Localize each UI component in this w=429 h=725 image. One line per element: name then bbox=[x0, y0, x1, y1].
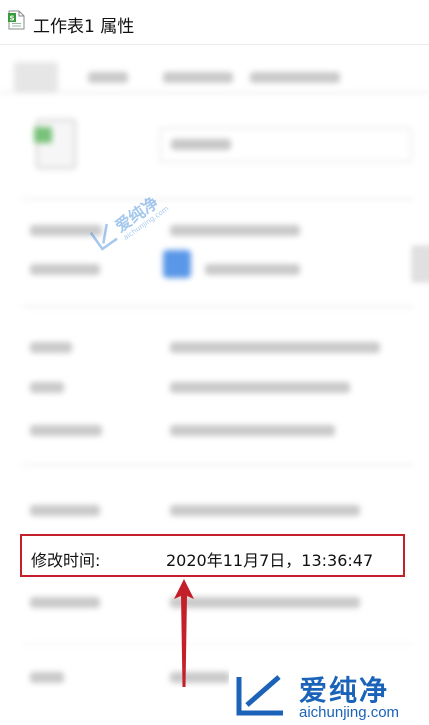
row-size bbox=[0, 376, 429, 400]
divider bbox=[22, 199, 414, 200]
row-file-type bbox=[0, 219, 429, 243]
watermark-brand-url: aichunjing.com bbox=[299, 704, 400, 721]
brand-logo-icon bbox=[236, 675, 283, 716]
modified-time-label: 修改时间: bbox=[31, 551, 101, 570]
divider bbox=[22, 306, 414, 307]
modified-time-value: 2020年11月7日，13:36:47 bbox=[166, 551, 374, 570]
tab-general[interactable] bbox=[14, 62, 58, 92]
row-accessed bbox=[0, 591, 429, 615]
row-location bbox=[0, 336, 429, 360]
spreadsheet-file-icon: S bbox=[8, 10, 25, 30]
change-button[interactable] bbox=[412, 246, 429, 282]
modified-time-highlight: 修改时间: 2020年11月7日，13:36:47 bbox=[20, 534, 405, 577]
title-bar: S 工作表1 属性 bbox=[0, 0, 429, 45]
row-size-on-disk bbox=[0, 419, 429, 443]
row-created bbox=[0, 499, 429, 523]
tab-details[interactable] bbox=[163, 72, 233, 83]
tab-strip bbox=[0, 62, 429, 93]
watermark-brand-cn: 爱纯净 bbox=[299, 674, 390, 707]
row-open-with bbox=[0, 246, 429, 282]
tab-security[interactable] bbox=[88, 72, 128, 83]
divider bbox=[22, 464, 414, 465]
up-arrow-icon bbox=[174, 579, 194, 687]
file-type-icon bbox=[34, 119, 76, 169]
blurred-properties-content bbox=[0, 44, 429, 725]
svg-text:S: S bbox=[10, 15, 15, 23]
watermark-corner: 爱纯净 aichunjing.com bbox=[229, 665, 429, 725]
window-title: 工作表1 属性 bbox=[33, 17, 135, 37]
filename-field[interactable] bbox=[160, 128, 412, 162]
tab-previous-versions[interactable] bbox=[250, 72, 340, 83]
divider bbox=[22, 644, 414, 645]
